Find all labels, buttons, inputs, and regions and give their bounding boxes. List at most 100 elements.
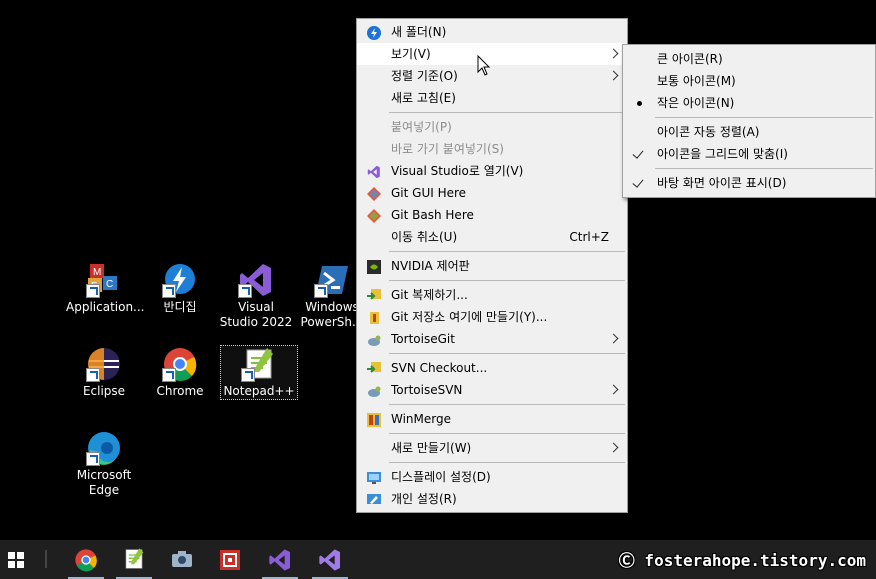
menu-item-refresh[interactable]: 새로 고침(E) [357,87,627,109]
tortoisegit-clone-icon [367,288,381,302]
watermark: Ⓒ fosterahope.tistory.com [618,551,866,570]
tortoisesvn-icon [367,383,381,397]
menu-item-display-settings[interactable]: 디스플레이 설정(D) [357,466,627,488]
git-bash-icon [367,208,381,223]
menu-item-label: 새 폴더(N) [391,25,447,39]
desktop-icon-notepadpp[interactable]: Notepad++ [220,345,298,400]
taskbar-camera[interactable] [160,540,204,579]
shortcut-arrow-icon [241,368,255,382]
desktop-icon-bandizip[interactable]: 반디집 [142,262,218,315]
desktop-icon-label: Notepad++ [223,384,295,398]
chevron-right-icon [608,333,619,344]
menu-item-label: 작은 아이콘(N) [657,96,735,110]
menu-item-tortoisegit[interactable]: TortoiseGit [357,328,627,350]
menu-item-label: 새로 만들기(W) [391,441,472,455]
menu-item-git-clone[interactable]: Git 복제하기... [357,284,627,306]
taskbar-chrome[interactable] [64,540,108,579]
checkmark-icon [632,147,644,159]
menu-separator [389,404,625,405]
menu-item-paste-shortcut: 바로 가기 붙여넣기(S) [357,138,627,160]
shortcut-arrow-icon [86,452,100,466]
menu-item-personalize[interactable]: 개인 설정(R) [357,488,627,510]
desktop-icon-label: Visual Studio 2022 [219,300,293,329]
menu-item-label: SVN Checkout... [391,361,488,375]
menu-item-label: TortoiseSVN [391,383,463,397]
menu-item-svn-checkout[interactable]: SVN Checkout... [357,357,627,379]
submenu-item-medium-icons[interactable]: 보통 아이콘(M) [623,70,875,92]
visual-studio-icon [319,549,340,571]
submenu-item-align-grid[interactable]: 아이콘을 그리드에 맞춤(I) [623,143,875,165]
menu-item-git-gui[interactable]: Git GUI Here [357,182,627,204]
desktop-icon-eclipse[interactable]: Eclipse [66,346,142,399]
menu-item-view[interactable]: 보기(V) [357,43,627,65]
winmerge-icon [367,412,381,427]
menu-separator [655,168,873,169]
menu-separator [655,117,873,118]
desktop-icon-label: Microsoft Edge [76,468,132,497]
taskbar-visual-studio-2[interactable] [308,540,352,579]
menu-item-git-create-repo[interactable]: Git 저장소 여기에 만들기(Y)... [357,306,627,328]
menu-item-label: 이동 취소(U) [391,230,458,244]
desktop-icon-label: Application... [66,300,145,314]
menu-item-label: 붙여넣기(P) [391,120,452,134]
desktop-icon-visual-studio[interactable]: Visual Studio 2022 [218,262,294,330]
tortoisegit-create-icon [367,310,381,324]
camera-icon [172,551,192,567]
view-submenu: 큰 아이콘(R) 보통 아이콘(M) 작은 아이콘(N) 아이콘 자동 정렬(A… [622,44,876,198]
menu-item-label: TortoiseGit [391,332,455,346]
menu-item-tortoisesvn[interactable]: TortoiseSVN [357,379,627,401]
taskbar-visual-studio-1[interactable] [258,540,302,579]
taskbar-app[interactable] [208,540,252,579]
tortoisegit-icon [367,332,381,346]
menu-item-sort-by[interactable]: 정렬 기준(O) [357,65,627,87]
new-folder-icon [367,25,381,40]
shortcut-arrow-icon [162,368,176,382]
menu-item-label: 바탕 화면 아이콘 표시(D) [657,176,787,190]
taskbar-notepadpp[interactable] [112,540,156,579]
menu-separator [389,280,625,281]
menu-item-new-folder[interactable]: 새 폴더(N) [357,21,627,43]
desktop-context-menu: 새 폴더(N) 보기(V) 정렬 기준(O) 새로 고침(E) 붙여넣기(P) … [356,18,628,513]
menu-item-label: 보통 아이콘(M) [657,74,736,88]
personalize-icon [367,492,381,506]
desktop-icon-label: Chrome [156,384,204,398]
menu-item-label: Git GUI Here [391,186,467,200]
desktop-icon-application[interactable]: M F C Application... [66,262,145,315]
menu-item-label: 아이콘을 그리드에 맞춤(I) [657,147,788,161]
taskbar: Ⓒ fosterahope.tistory.com [0,540,876,579]
desktop-icon-chrome[interactable]: Chrome [142,346,218,399]
shortcut-arrow-icon [86,368,100,382]
menu-item-label: 개인 설정(R) [391,492,457,506]
menu-item-shortcut: Ctrl+Z [569,230,609,244]
eclipse-icon [86,346,122,382]
menu-item-winmerge[interactable]: WinMerge [357,408,627,430]
menu-separator [389,462,625,463]
svg-text:M: M [93,267,101,278]
menu-item-nvidia[interactable]: NVIDIA 제어판 [357,255,627,277]
menu-item-undo-move[interactable]: 이동 취소(U) Ctrl+Z [357,226,627,248]
submenu-item-auto-arrange[interactable]: 아이콘 자동 정렬(A) [623,121,875,143]
start-icon [8,552,24,568]
menu-item-label: WinMerge [391,412,451,426]
shortcut-arrow-icon [162,284,176,298]
submenu-item-small-icons[interactable]: 작은 아이콘(N) [623,92,875,114]
submenu-item-large-icons[interactable]: 큰 아이콘(R) [623,48,875,70]
radio-bullet-icon [637,101,642,106]
desktop-icon-label: Eclipse [82,384,126,398]
bandizip-icon [162,262,198,298]
git-gui-icon [367,186,381,201]
desktop-icon-label: 반디집 [163,300,197,314]
notepadpp-icon [125,548,144,569]
submenu-item-show-desktop-icons[interactable]: 바탕 화면 아이콘 표시(D) [623,172,875,194]
chrome-icon [162,346,198,382]
chevron-right-icon [608,384,619,395]
start-button[interactable] [0,540,44,579]
menu-item-new[interactable]: 새로 만들기(W) [357,437,627,459]
menu-separator [389,353,625,354]
desktop-icon-edge[interactable]: Microsoft Edge [66,430,142,498]
menu-item-git-bash[interactable]: Git Bash Here [357,204,627,226]
visual-studio-icon [238,262,274,298]
shortcut-arrow-icon [314,284,328,298]
menu-item-open-visual-studio[interactable]: Visual Studio로 열기(V) [357,160,627,182]
checkmark-icon [632,176,644,188]
